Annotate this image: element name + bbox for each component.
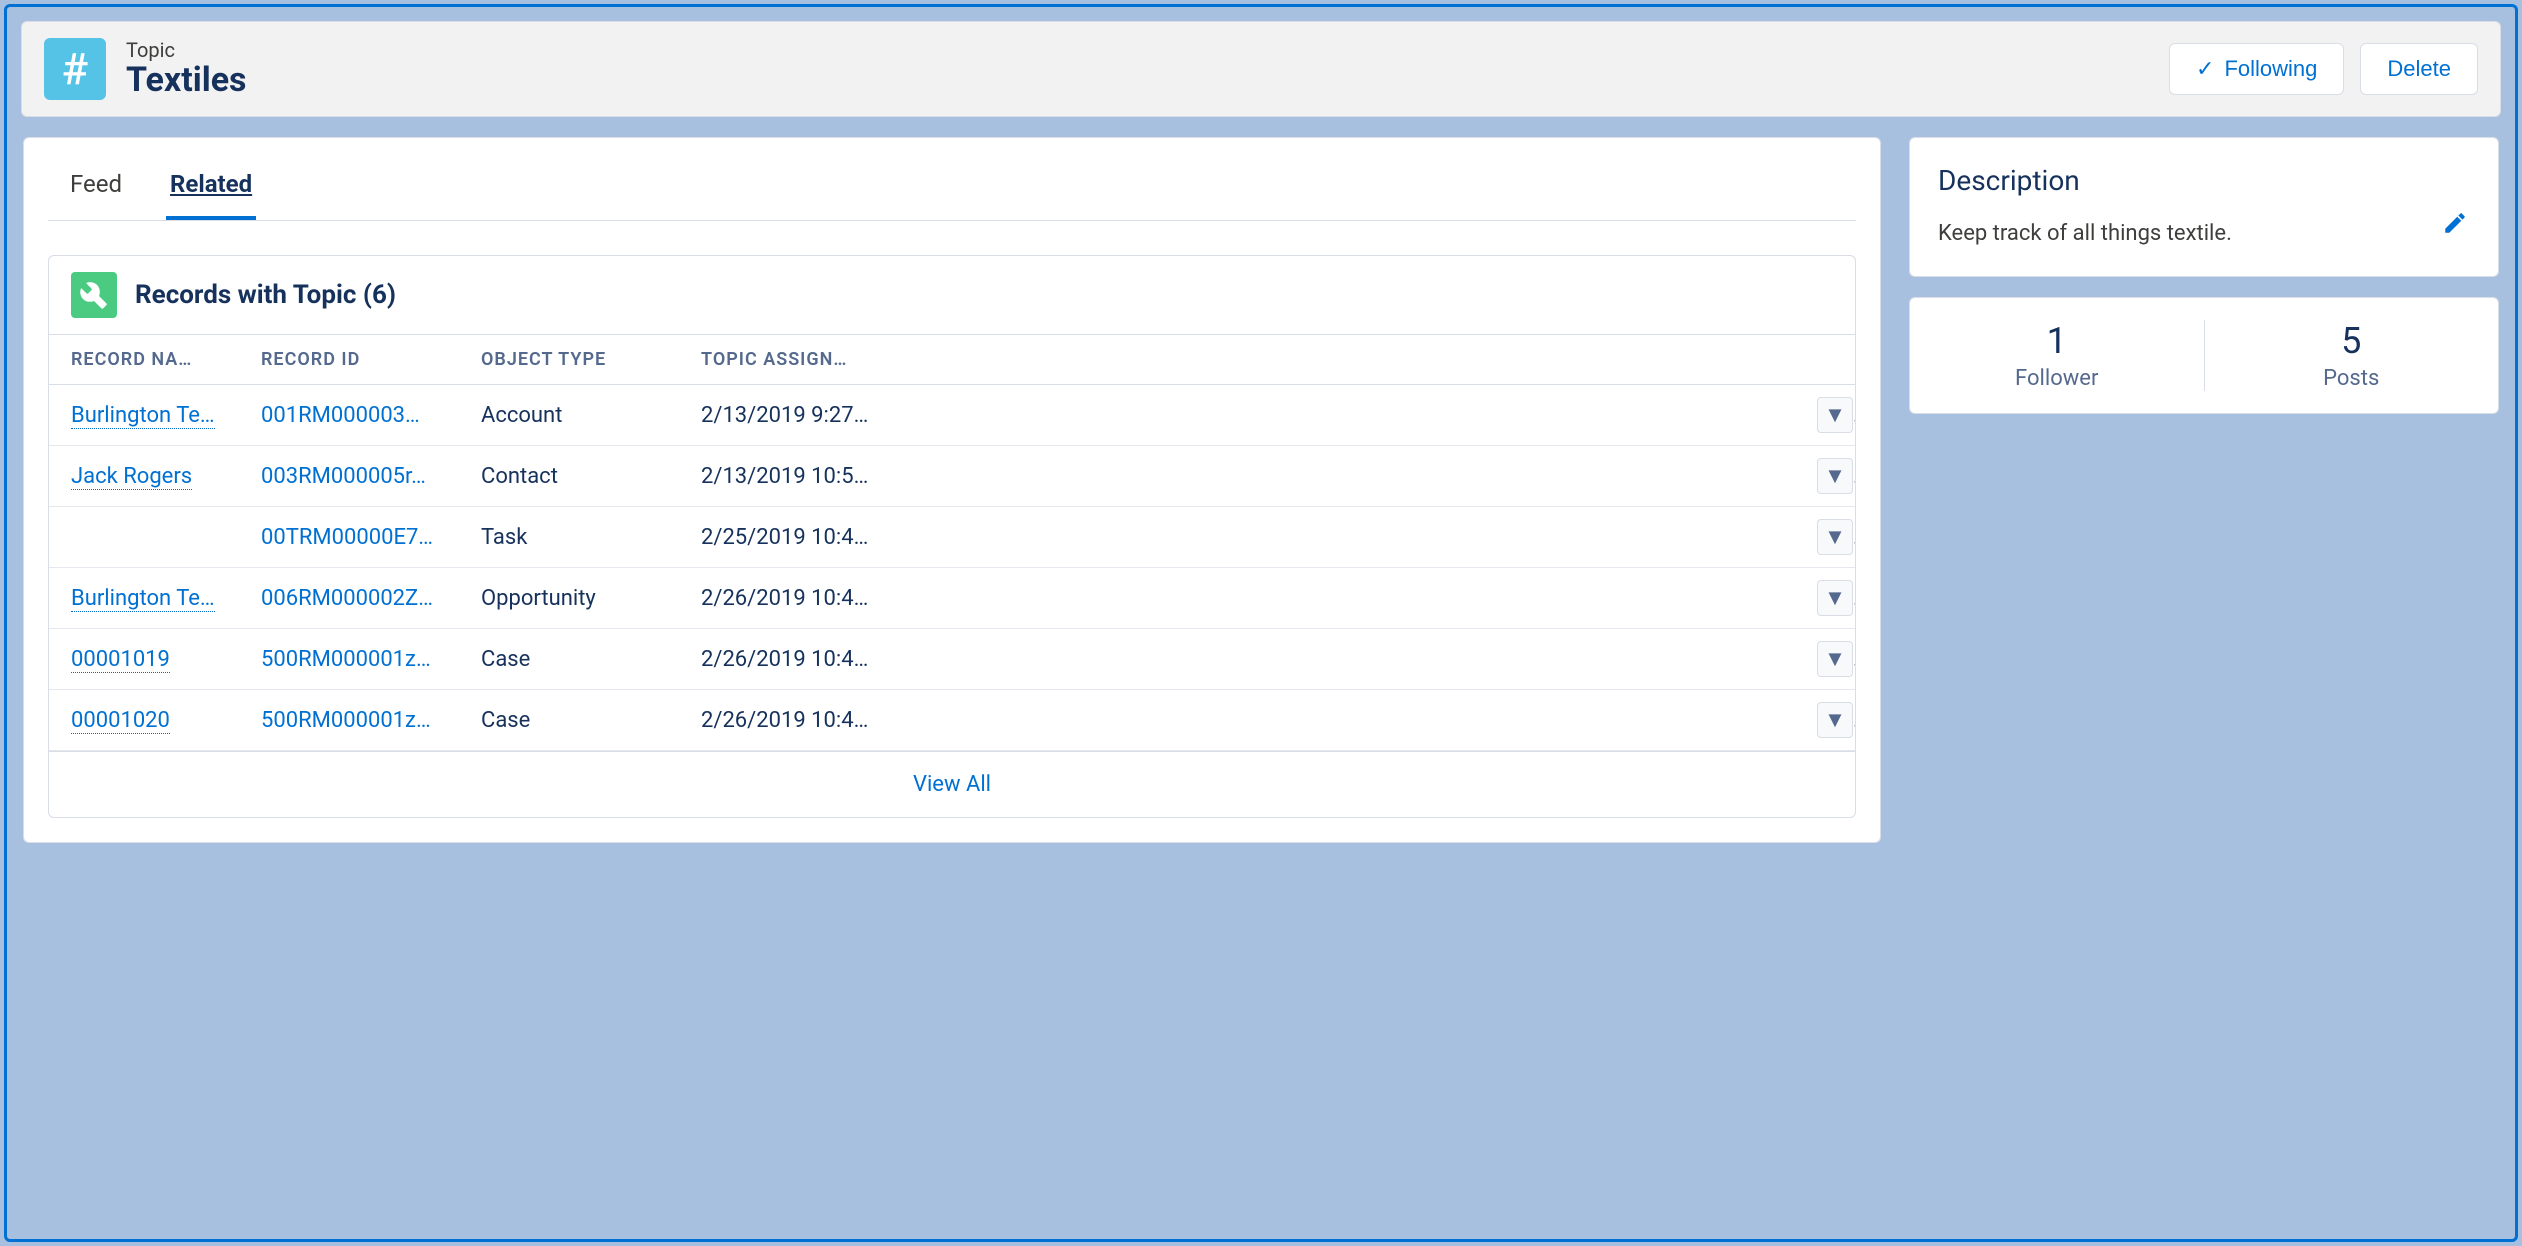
table-row: Jack Rogers 003RM000005r…Contact2/13/2019… bbox=[49, 446, 1855, 507]
records-table: RECORD NA… RECORD ID OBJECT TYPE TOPIC A… bbox=[49, 335, 1855, 751]
row-actions-menu[interactable]: ▼ bbox=[1817, 458, 1853, 494]
following-button-label: Following bbox=[2224, 56, 2317, 82]
followers-label: Follower bbox=[1910, 366, 2204, 391]
record-id-link[interactable]: 006RM000002Z… bbox=[239, 568, 459, 629]
topic-assignment-cell: 2/25/2019 10:4… bbox=[679, 507, 1795, 568]
following-button[interactable]: ✓ Following bbox=[2169, 43, 2344, 95]
page-title: Textiles bbox=[126, 60, 247, 100]
tab-feed[interactable]: Feed bbox=[66, 162, 126, 220]
chevron-down-icon: ▼ bbox=[1824, 402, 1846, 428]
followers-count: 1 bbox=[1910, 320, 2204, 362]
records-card: Records with Topic (6) RECORD NA… RECORD… bbox=[48, 255, 1856, 818]
records-title: Records with Topic (6) bbox=[135, 280, 396, 310]
check-icon: ✓ bbox=[2196, 56, 2214, 82]
chevron-down-icon: ▼ bbox=[1824, 524, 1846, 550]
chevron-down-icon: ▼ bbox=[1824, 707, 1846, 733]
delete-button-label: Delete bbox=[2387, 56, 2451, 82]
chevron-down-icon: ▼ bbox=[1824, 646, 1846, 672]
record-id-link[interactable]: 500RM000001z… bbox=[239, 690, 459, 751]
record-id-link[interactable]: 001RM000003… bbox=[239, 385, 459, 446]
record-name-link[interactable]: 00001019 bbox=[71, 647, 170, 673]
chevron-down-icon: ▼ bbox=[1824, 585, 1846, 611]
row-actions-menu[interactable]: ▼ bbox=[1817, 702, 1853, 738]
record-name-link[interactable]: Jack Rogers bbox=[71, 464, 192, 490]
col-object-type[interactable]: OBJECT TYPE bbox=[459, 335, 679, 385]
tab-related[interactable]: Related bbox=[166, 162, 256, 220]
stats-card: 1 Follower 5 Posts bbox=[1909, 297, 2499, 414]
row-actions-menu[interactable]: ▼ bbox=[1817, 519, 1853, 555]
topic-assignment-cell: 2/26/2019 10:4… bbox=[679, 568, 1795, 629]
followers-stat[interactable]: 1 Follower bbox=[1910, 320, 2205, 391]
row-actions-menu[interactable]: ▼ bbox=[1817, 580, 1853, 616]
record-id-link[interactable]: 003RM000005r… bbox=[239, 446, 459, 507]
main-panel: Feed Related Records with Topic (6) bbox=[23, 137, 1881, 843]
object-type-cell: Task bbox=[459, 507, 679, 568]
posts-label: Posts bbox=[2205, 366, 2499, 391]
description-heading: Description bbox=[1938, 164, 2470, 197]
record-id-link[interactable]: 500RM000001z… bbox=[239, 629, 459, 690]
topic-assignment-cell: 2/13/2019 9:27… bbox=[679, 385, 1795, 446]
object-type-cell: Case bbox=[459, 690, 679, 751]
record-id-link[interactable]: 00TRM00000E7… bbox=[239, 507, 459, 568]
object-type-cell: Opportunity bbox=[459, 568, 679, 629]
row-actions-menu[interactable]: ▼ bbox=[1817, 641, 1853, 677]
object-type-cell: Contact bbox=[459, 446, 679, 507]
posts-stat[interactable]: 5 Posts bbox=[2205, 320, 2499, 391]
topic-assignment-cell: 2/13/2019 10:5… bbox=[679, 446, 1795, 507]
object-type-cell: Case bbox=[459, 629, 679, 690]
description-card: Description Keep track of all things tex… bbox=[1909, 137, 2499, 277]
table-row: 00TRM00000E7…Task2/25/2019 10:4… ▼ bbox=[49, 507, 1855, 568]
description-text: Keep track of all things textile. bbox=[1938, 221, 2470, 246]
edit-description-button[interactable] bbox=[2442, 210, 2472, 240]
page-header: # Topic Textiles ✓ Following Delete bbox=[21, 21, 2501, 117]
topic-assignment-cell: 2/26/2019 10:4… bbox=[679, 629, 1795, 690]
table-row: 00001019 500RM000001z…Case2/26/2019 10:4…… bbox=[49, 629, 1855, 690]
col-record-id[interactable]: RECORD ID bbox=[239, 335, 459, 385]
col-topic-assignment[interactable]: TOPIC ASSIGN… bbox=[679, 335, 1795, 385]
record-name-link[interactable]: 00001020 bbox=[71, 708, 170, 734]
row-actions-menu[interactable]: ▼ bbox=[1817, 397, 1853, 433]
object-type-cell: Account bbox=[459, 385, 679, 446]
topic-hashtag-icon: # bbox=[44, 38, 106, 100]
record-name-link[interactable]: Burlington Te… bbox=[71, 403, 215, 429]
pencil-icon bbox=[2442, 210, 2468, 236]
table-row: Burlington Te… 006RM000002Z…Opportunity2/… bbox=[49, 568, 1855, 629]
wrench-icon bbox=[71, 272, 117, 318]
record-name-link[interactable]: Burlington Te… bbox=[71, 586, 215, 612]
posts-count: 5 bbox=[2205, 320, 2499, 362]
chevron-down-icon: ▼ bbox=[1824, 463, 1846, 489]
entity-label: Topic bbox=[126, 38, 247, 62]
tab-bar: Feed Related bbox=[48, 152, 1856, 221]
view-all-link[interactable]: View All bbox=[913, 772, 991, 797]
topic-assignment-cell: 2/26/2019 10:4… bbox=[679, 690, 1795, 751]
table-row: Burlington Te… 001RM000003…Account2/13/20… bbox=[49, 385, 1855, 446]
col-record-name[interactable]: RECORD NA… bbox=[49, 335, 239, 385]
table-row: 00001020 500RM000001z…Case2/26/2019 10:4…… bbox=[49, 690, 1855, 751]
delete-button[interactable]: Delete bbox=[2360, 43, 2478, 95]
